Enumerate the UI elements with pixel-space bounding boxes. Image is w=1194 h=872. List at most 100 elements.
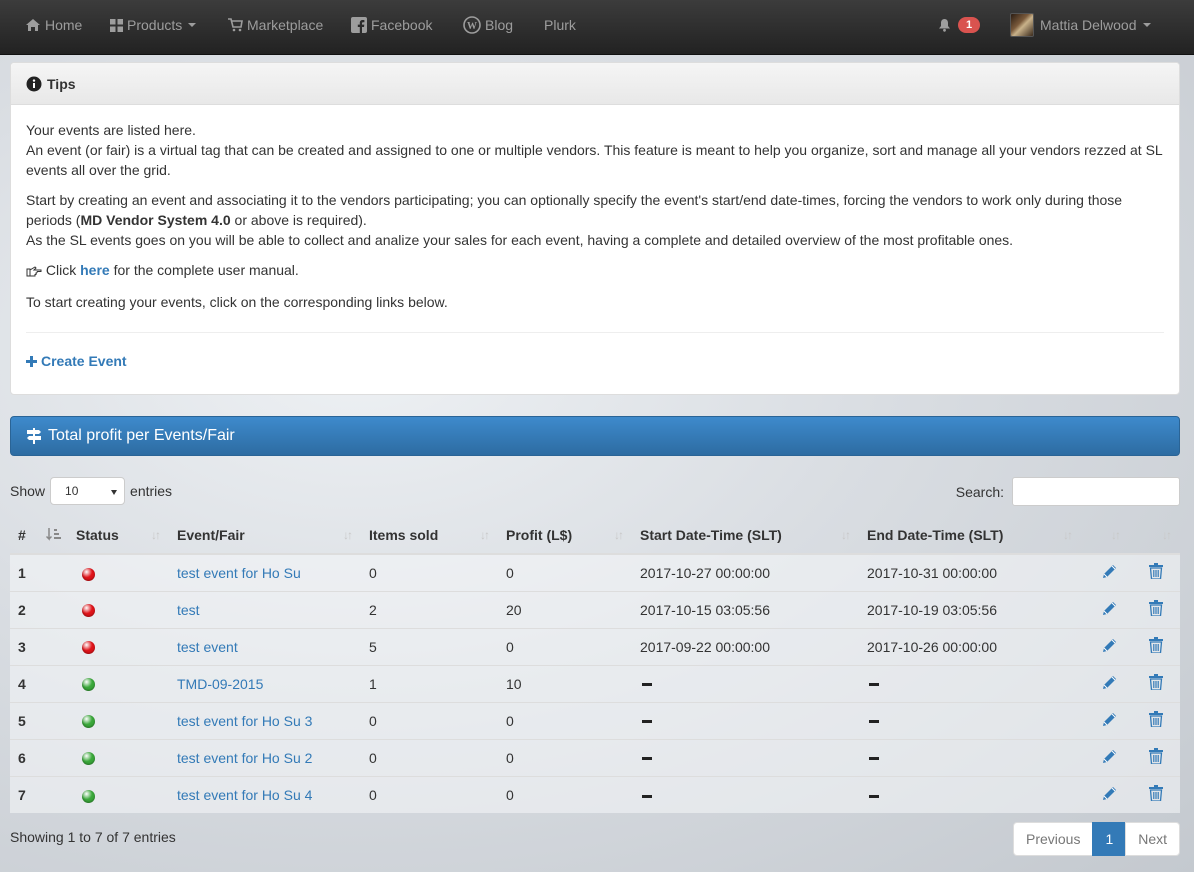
empty-value-dash [869, 794, 879, 798]
col-number[interactable]: # [10, 516, 38, 555]
col-start-label: Start Date-Time (SLT) [640, 526, 782, 543]
edit-pencil-icon[interactable] [1101, 674, 1118, 691]
col-status[interactable]: Status ↓↑ [68, 516, 169, 555]
empty-value-dash [869, 720, 879, 724]
row-edit [1081, 627, 1129, 665]
row-spacer [38, 775, 68, 813]
table-info: Showing 1 to 7 of 7 entries [10, 829, 176, 845]
row-end: 2017-10-26 00:00:00 [859, 627, 1081, 665]
row-event: test event for Ho Su 4 [169, 775, 361, 813]
event-link[interactable]: test event [177, 639, 238, 655]
row-spacer [38, 701, 68, 739]
nav-plurk[interactable]: Plurk [544, 0, 576, 50]
event-link[interactable]: test [177, 602, 200, 618]
edit-pencil-icon[interactable] [1101, 600, 1118, 617]
trash-icon[interactable] [1149, 711, 1163, 727]
prev-button[interactable]: Previous [1013, 822, 1094, 856]
next-button[interactable]: Next [1125, 822, 1181, 856]
event-link[interactable]: test event for Ho Su 4 [177, 787, 312, 803]
trash-icon[interactable] [1149, 637, 1163, 653]
col-sort-asc[interactable] [38, 516, 68, 555]
edit-pencil-icon[interactable] [1101, 637, 1118, 654]
search-input[interactable] [1012, 477, 1180, 506]
row-profit: 0 [498, 775, 632, 813]
tips-line4: As the SL events goes on you will be abl… [26, 232, 1014, 248]
tips-start: Start by creating an event and associati… [26, 190, 1164, 250]
row-items: 0 [361, 701, 498, 739]
empty-value-dash [869, 757, 879, 761]
page-length-select[interactable]: 10 [50, 477, 126, 505]
trash-icon[interactable] [1149, 785, 1163, 802]
row-delete [1129, 590, 1180, 628]
row-profit: 10 [498, 664, 632, 702]
row-number: 6 [10, 738, 38, 776]
page-length-control: Show 10 entries [10, 477, 172, 505]
sort-icon: ↓↑ [614, 528, 624, 542]
col-end[interactable]: End Date-Time (SLT) ↓↑ [859, 516, 1081, 555]
nav-products[interactable]: Products [110, 0, 197, 50]
event-link[interactable]: TMD-09-2015 [177, 676, 263, 692]
edit-pencil-icon[interactable] [1101, 748, 1118, 765]
trash-icon[interactable] [1149, 600, 1163, 616]
row-delete [1129, 553, 1180, 591]
nav-plurk-label: Plurk [544, 17, 576, 33]
col-event[interactable]: Event/Fair ↓↑ [169, 516, 361, 555]
create-event-link[interactable]: Create Event [26, 351, 127, 371]
sort-icon: ↓↑ [1162, 528, 1172, 542]
notifications-button[interactable]: 1 [938, 0, 981, 50]
pagination: Previous 1 Next [1013, 822, 1181, 856]
col-start[interactable]: Start Date-Time (SLT) ↓↑ [632, 516, 859, 555]
page-length-value: 10 [65, 484, 79, 498]
nav-facebook[interactable]: Facebook [351, 0, 432, 50]
col-delete[interactable]: ↓↑ [1129, 516, 1180, 555]
edit-pencil-icon[interactable] [1101, 711, 1118, 728]
trash-icon[interactable] [1149, 674, 1163, 690]
user-menu[interactable]: Mattia Delwood [1010, 0, 1151, 50]
row-status [68, 664, 169, 702]
page-1-button[interactable]: 1 [1092, 822, 1127, 856]
row-start: 2017-10-15 03:05:56 [632, 590, 859, 628]
tips-manual: Click here for the complete user manual. [26, 260, 1164, 282]
sort-icon: ↓↑ [1063, 528, 1073, 542]
row-start: 2017-10-27 00:00:00 [632, 553, 859, 591]
row-end [859, 738, 1081, 776]
event-link[interactable]: test event for Ho Su [177, 565, 301, 581]
row-edit [1081, 590, 1129, 628]
table-row: 6 test event for Ho Su 2 0 0 [10, 738, 1180, 776]
table-row: 4 TMD-09-2015 1 10 [10, 664, 1180, 702]
col-items-sold[interactable]: Items sold ↓↑ [361, 516, 498, 555]
row-end: 2017-10-31 00:00:00 [859, 553, 1081, 591]
nav-home[interactable]: Home [25, 0, 82, 50]
event-link[interactable]: test event for Ho Su 3 [177, 713, 312, 729]
event-link[interactable]: test event for Ho Su 2 [177, 750, 312, 766]
trash-icon[interactable] [1149, 563, 1163, 580]
row-event: test event for Ho Su 3 [169, 701, 361, 739]
manual-link[interactable]: here [80, 262, 110, 278]
row-event: test [169, 590, 361, 628]
row-delete [1129, 664, 1180, 702]
trash-icon[interactable] [1149, 748, 1163, 764]
nav-blog[interactable]: W Blog [463, 0, 513, 50]
tips-body: Your events are listed here. An event (o… [11, 105, 1179, 372]
col-edit[interactable]: ↓↑ [1081, 516, 1129, 555]
row-spacer [38, 627, 68, 665]
avatar [1010, 13, 1034, 37]
tips-line3-bold: MD Vendor System 4.0 [80, 212, 231, 228]
col-status-label: Status [76, 526, 119, 543]
divider [26, 332, 1164, 333]
edit-pencil-icon[interactable] [1101, 563, 1118, 580]
signpost-icon [26, 428, 42, 444]
row-start: 2017-09-22 00:00:00 [632, 627, 859, 665]
row-number: 7 [10, 775, 38, 813]
empty-value-dash [642, 794, 652, 798]
edit-pencil-icon[interactable] [1101, 785, 1118, 802]
nav-marketplace[interactable]: Marketplace [228, 0, 323, 50]
nav-products-label: Products [127, 17, 183, 33]
row-spacer [38, 590, 68, 628]
col-profit[interactable]: Profit (L$) ↓↑ [498, 516, 632, 555]
tips-title: Tips [47, 75, 76, 92]
row-status [68, 775, 169, 813]
table-body: 1 test event for Ho Su 0 0 2017-10-27 00… [10, 553, 1180, 813]
facebook-icon [351, 17, 367, 33]
tips-panel: Tips Your events are listed here. An eve… [10, 62, 1180, 395]
